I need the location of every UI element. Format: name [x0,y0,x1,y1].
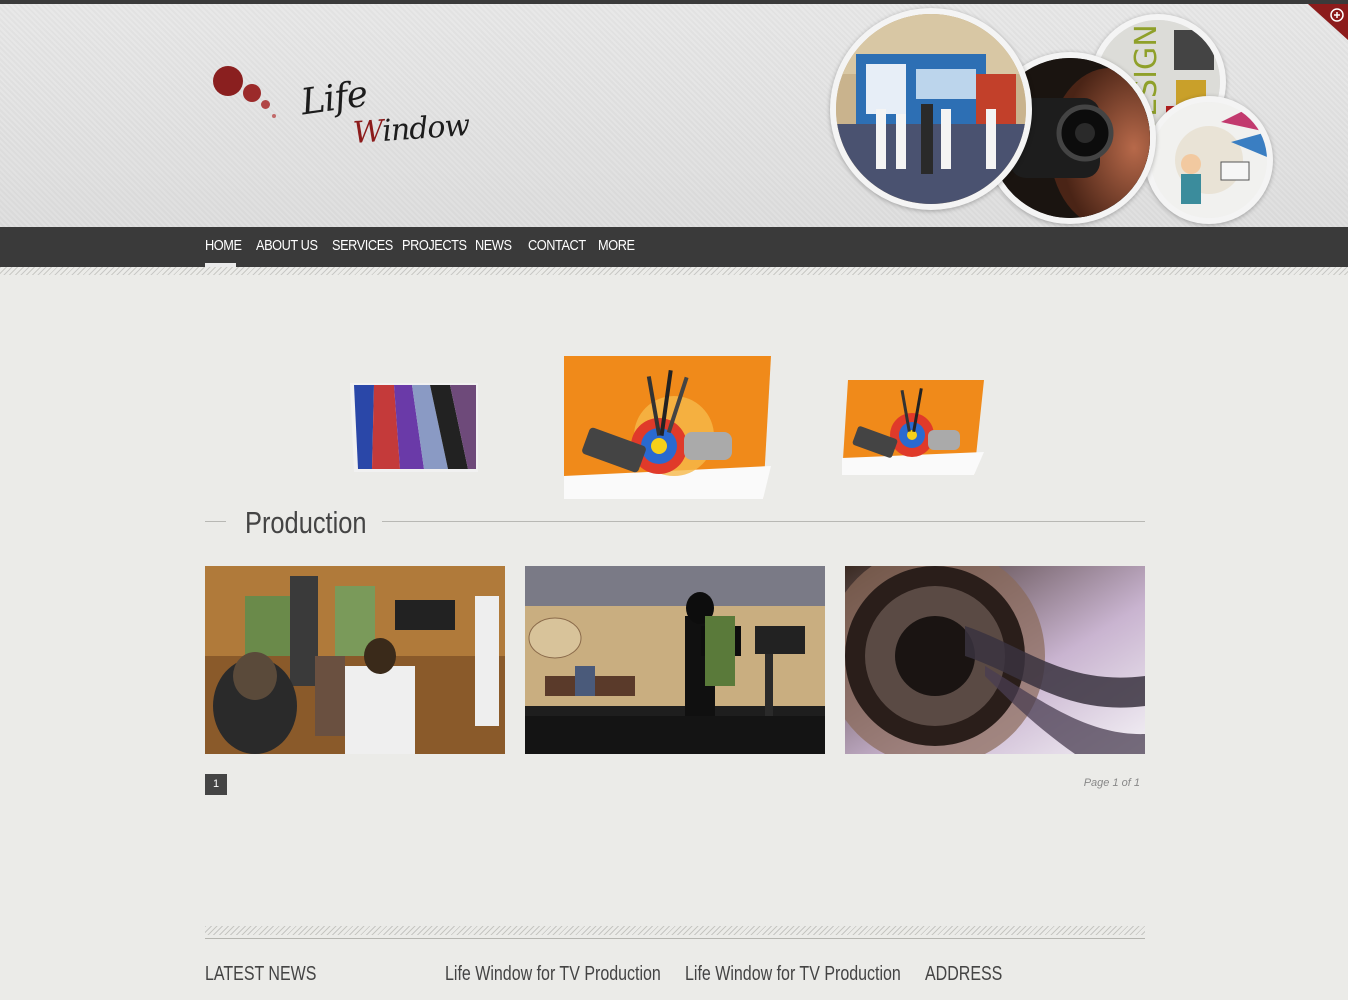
page-number-button[interactable]: 1 [205,774,227,795]
nav-home[interactable]: HOME [205,237,242,254]
gallery-thumb-tv-talk-show-set[interactable] [525,566,825,754]
gallery-thumb-tv-studio-crew[interactable] [205,566,505,754]
exhibition-booth-photo [830,8,1032,210]
site-header: Life Window DESIGN [0,4,1348,227]
logo-dot-medium [243,84,261,102]
logo-text-window-rest: indow [381,107,471,149]
footer-heading-address: ADDRESS [925,963,1003,985]
section-rule-left [205,521,226,522]
section-title: Production [245,505,367,540]
site-logo[interactable]: Life Window [205,62,470,162]
gallery-thumb-film-reel[interactable] [845,566,1145,754]
logo-w-accent: W [351,114,384,152]
footer-heading-latest-news: LATEST NEWS [205,963,317,985]
section-rule-right [382,521,1145,522]
nav-about-us[interactable]: ABOUT US [256,237,318,254]
slide-design-tools-small[interactable] [842,380,984,475]
page-info-text: Page 1 of 1 [1083,777,1140,789]
exhibition-art [836,14,1026,204]
footer-heading-tv-production-1: Life Window for TV Production [445,963,661,985]
nav-active-indicator [205,263,236,267]
footer-heading-tv-production-2: Life Window for TV Production [685,963,901,985]
logo-text-window: Window [352,108,470,151]
illustration-art [1151,102,1267,218]
nav-contact[interactable]: CONTACT [528,237,586,254]
logo-dot-large [213,66,243,96]
footer-divider-line [205,938,1145,939]
nav-projects[interactable]: PROJECTS [402,237,467,254]
logo-dot-small [261,100,270,109]
slide-design-tools-main[interactable] [564,356,771,499]
nav-more[interactable]: MORE [598,237,635,254]
logo-dot-tiny [272,114,276,118]
illustration-photo [1145,96,1273,224]
footer-divider-stripes [205,926,1145,935]
nav-divider-stripes [0,267,1348,275]
slide-color-panels[interactable] [350,383,478,472]
nav-services[interactable]: SERVICES [332,237,393,254]
nav-news[interactable]: NEWS [475,237,512,254]
main-nav [0,227,1348,267]
corner-toggle[interactable] [1308,4,1348,40]
